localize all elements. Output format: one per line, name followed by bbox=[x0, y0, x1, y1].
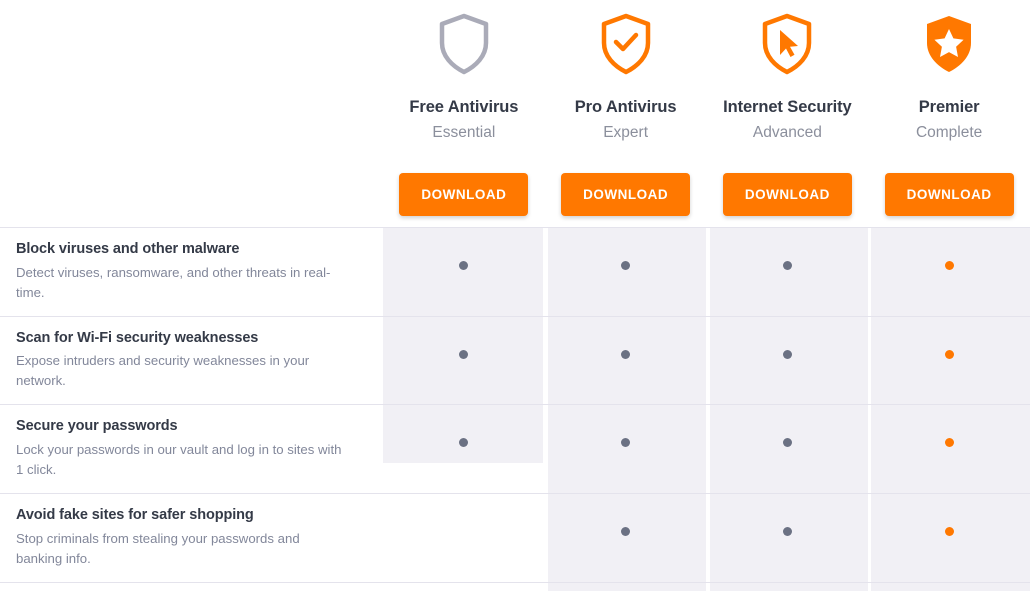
feature-cell: Block viruses and other malware Detect vi… bbox=[0, 228, 383, 316]
product-tier: Advanced bbox=[752, 124, 822, 141]
availability-cell bbox=[383, 228, 543, 316]
feature-cell: Avoid fake sites for safer shopping Stop … bbox=[0, 494, 383, 582]
availability-dot bbox=[783, 349, 793, 359]
availability-cell bbox=[867, 316, 1030, 405]
availability-cell bbox=[543, 316, 705, 405]
product-comparison-table: Free Antivirus Essential DOWNLOAD Pro Antiv… bbox=[0, 0, 1030, 594]
availability-cells bbox=[383, 582, 1030, 594]
feature-title: Scan for Wi-Fi security weaknesses bbox=[16, 329, 259, 346]
shield-check-icon bbox=[598, 12, 654, 76]
shield-star-icon bbox=[921, 12, 977, 76]
feature-description: Stop criminals from stealing your passwo… bbox=[16, 530, 300, 566]
availability-dot bbox=[945, 261, 955, 270]
table-row: Secure your passwords Lock your passwords… bbox=[0, 404, 1030, 494]
availability-dot bbox=[783, 261, 793, 270]
availability-cell bbox=[543, 494, 705, 582]
product-columns: Free Antivirus Essential DOWNLOAD Pro Antiv… bbox=[383, 0, 1030, 227]
availability-dot bbox=[620, 527, 630, 537]
product-column: Free Antivirus Essential DOWNLOAD bbox=[383, 0, 545, 227]
availability-cell bbox=[383, 405, 543, 493]
product-column: Internet Security Advanced DOWNLOAD bbox=[707, 0, 869, 227]
availability-cell bbox=[383, 583, 543, 594]
product-name: Premier bbox=[918, 98, 980, 116]
availability-dot bbox=[783, 438, 793, 448]
availability-cell bbox=[867, 405, 1030, 494]
availability-cell bbox=[867, 228, 1030, 316]
product-name: Pro Antivirus bbox=[574, 98, 677, 116]
availability-cell bbox=[543, 228, 705, 316]
availability-cell bbox=[705, 582, 868, 594]
availability-cell bbox=[705, 494, 868, 582]
product-name: Internet Security bbox=[723, 98, 852, 116]
product-column: Pro Antivirus Expert DOWNLOAD bbox=[545, 0, 707, 227]
availability-cell bbox=[383, 494, 543, 582]
availability-dot bbox=[945, 527, 955, 537]
download-button[interactable]: DOWNLOAD bbox=[399, 173, 529, 216]
feature-title: Secure your passwords bbox=[16, 418, 178, 435]
availability-dot bbox=[620, 261, 630, 270]
table-row: Avoid fake sites for safer shopping Stop … bbox=[0, 493, 1030, 582]
shield-cursor-icon bbox=[759, 12, 815, 76]
availability-cell bbox=[705, 228, 868, 316]
product-tier: Expert bbox=[603, 124, 649, 141]
feature-title: Block viruses and other malware bbox=[16, 241, 240, 257]
availability-dot bbox=[458, 438, 468, 448]
availability-dot bbox=[783, 527, 793, 537]
feature-cell: Scan for Wi-Fi security weaknesses Expose… bbox=[0, 317, 383, 405]
product-name: Free Antivirus bbox=[409, 98, 519, 116]
availability-cell bbox=[383, 317, 543, 405]
table-row: Scan for Wi-Fi security weaknesses Expose… bbox=[0, 315, 1030, 405]
feature-rows: Block viruses and other malware Detect vi… bbox=[0, 227, 1030, 594]
availability-cells bbox=[383, 228, 1030, 316]
availability-cell bbox=[705, 405, 868, 494]
download-button[interactable]: DOWNLOAD bbox=[561, 173, 691, 216]
table-row: Safely run suspicious appsSandbox any ap… bbox=[0, 581, 1030, 594]
availability-dot bbox=[458, 349, 468, 359]
availability-cells bbox=[383, 316, 1030, 405]
availability-dot bbox=[945, 438, 955, 448]
availability-cell bbox=[867, 582, 1030, 594]
product-column: Premier Complete DOWNLOAD bbox=[868, 0, 1030, 227]
product-tier: Complete bbox=[915, 124, 983, 141]
availability-dot bbox=[945, 349, 955, 359]
availability-cells bbox=[383, 405, 1030, 494]
availability-cell bbox=[867, 494, 1030, 582]
availability-dot-absent bbox=[459, 527, 468, 536]
table-header: Free Antivirus Essential DOWNLOAD Pro Antiv… bbox=[0, 0, 1030, 227]
availability-dot bbox=[458, 261, 468, 270]
availability-cell bbox=[543, 405, 705, 494]
availability-dot bbox=[620, 438, 630, 448]
feature-title: Avoid fake sites for safer shopping bbox=[16, 507, 254, 524]
availability-dot bbox=[620, 349, 630, 359]
table-row: Block viruses and other malware Detect vi… bbox=[0, 227, 1030, 316]
header-spacer bbox=[0, 0, 383, 227]
product-tier: Essential bbox=[432, 124, 496, 141]
feature-description: Expose intruders and security weaknesses… bbox=[16, 353, 310, 389]
feature-description: Detect viruses, ransomware, and other th… bbox=[16, 264, 331, 300]
feature-cell: Secure your passwords Lock your passwords… bbox=[0, 405, 383, 493]
feature-description: Lock your passwords in our vault and log… bbox=[16, 441, 342, 477]
download-button[interactable]: DOWNLOAD bbox=[884, 173, 1014, 216]
availability-cells bbox=[383, 494, 1030, 582]
availability-cell bbox=[543, 582, 705, 594]
availability-cell bbox=[705, 316, 868, 405]
feature-cell: Safely run suspicious appsSandbox any ap… bbox=[0, 583, 383, 594]
shield-outline-icon bbox=[436, 12, 492, 76]
download-button[interactable]: DOWNLOAD bbox=[722, 173, 852, 216]
